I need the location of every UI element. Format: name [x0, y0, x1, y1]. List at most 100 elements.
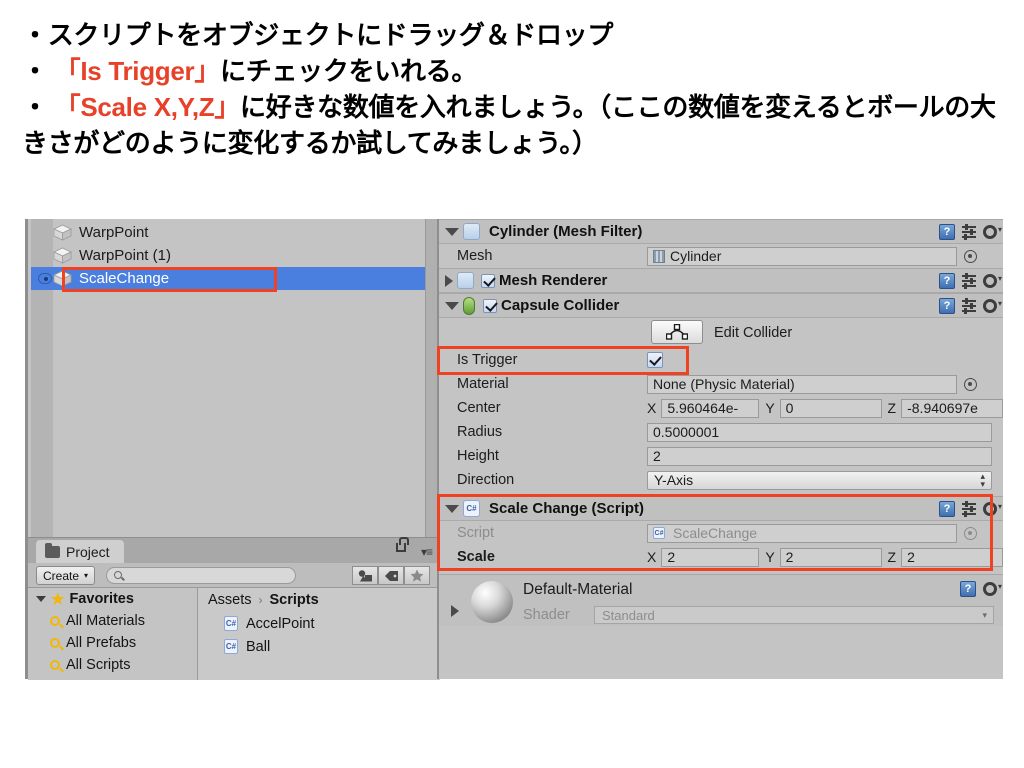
chevron-right-icon[interactable]: [451, 605, 459, 617]
gear-icon[interactable]: [983, 502, 1002, 516]
asset-item-accelpoint[interactable]: C# AccelPoint: [198, 612, 440, 635]
project-search-input[interactable]: [106, 567, 296, 584]
is-trigger-label: Is Trigger: [457, 352, 518, 368]
component-header-scale-change-script[interactable]: C# Scale Change (Script) ?: [439, 496, 1003, 521]
center-y-axis-label: Y: [765, 400, 775, 416]
cube-icon: [53, 270, 72, 287]
capsule-collider-enabled-checkbox[interactable]: [483, 298, 497, 313]
physic-material-field[interactable]: None (Physic Material): [647, 374, 957, 394]
breadcrumb-root[interactable]: Assets: [208, 592, 252, 608]
search-icon: [50, 638, 60, 648]
favorites-item-all-scripts[interactable]: All Scripts: [28, 654, 197, 676]
shader-dropdown[interactable]: Standard ▾: [594, 606, 994, 624]
preset-icon[interactable]: [962, 297, 976, 314]
instruction-line-2-accent: 「Is Trigger」: [54, 55, 221, 86]
center-z-field[interactable]: -8.940697e: [901, 398, 1003, 418]
asset-item-ball[interactable]: C# Ball: [198, 635, 440, 658]
preset-icon[interactable]: [962, 500, 976, 517]
asset-item-label: Ball: [246, 638, 271, 655]
script-label: Script: [457, 525, 495, 541]
script-field: C# ScaleChange: [647, 523, 957, 543]
center-y-field[interactable]: 0: [779, 398, 882, 418]
is-trigger-checkbox[interactable]: [647, 352, 663, 368]
direction-label: Direction: [457, 472, 515, 488]
object-picker-icon[interactable]: [964, 249, 977, 263]
component-title: Mesh Renderer: [499, 272, 608, 289]
visibility-eye-icon[interactable]: [38, 273, 52, 284]
scale-x-field[interactable]: 2: [661, 547, 760, 567]
row-mesh: Mesh Cylinder: [439, 244, 1003, 268]
breadcrumb: Assets › Scripts: [198, 588, 440, 612]
scale-z-field[interactable]: 2: [901, 547, 1003, 567]
instruction-line-2-text: にチェックをいれる。: [220, 55, 478, 86]
csharp-script-icon: C#: [224, 616, 238, 631]
panel-menu-icon[interactable]: ▾≡: [421, 545, 433, 559]
hierarchy-item-warppoint[interactable]: WarpPoint: [53, 221, 440, 244]
row-height: Height 2: [439, 444, 1003, 468]
help-icon[interactable]: ?: [939, 273, 955, 289]
favorites-item-all-materials[interactable]: All Materials: [28, 610, 197, 632]
component-header-capsule-collider[interactable]: Capsule Collider ?: [439, 293, 1003, 318]
center-x-field[interactable]: 5.960464e-: [661, 398, 760, 418]
help-icon[interactable]: ?: [939, 224, 955, 240]
hierarchy-item-scalechange[interactable]: ScaleChange: [31, 267, 440, 290]
chevron-right-icon[interactable]: [445, 274, 453, 287]
preset-icon[interactable]: [962, 272, 976, 289]
component-header-mesh-renderer[interactable]: Mesh Renderer ?: [439, 268, 1003, 293]
object-picker-icon[interactable]: [964, 377, 977, 391]
project-asset-list: Assets › Scripts C# AccelPoint C# Ball: [198, 588, 440, 680]
shader-label: Shader: [523, 607, 570, 623]
help-icon[interactable]: ?: [960, 581, 976, 597]
mesh-renderer-enabled-checkbox[interactable]: [481, 273, 495, 288]
component-title: Scale Change (Script): [489, 500, 645, 517]
gear-icon[interactable]: [983, 274, 1002, 288]
instruction-text-block: ・スクリプトをオブジェクトにドラッグ＆ドロップ ・ 「Is Trigger」にチ…: [0, 0, 1024, 212]
radius-field[interactable]: 0.5000001: [647, 422, 992, 442]
label-tag-icon[interactable]: [378, 566, 404, 585]
favorites-star-icon[interactable]: [404, 566, 430, 585]
direction-dropdown[interactable]: Y-Axis ▴ ▾: [647, 470, 992, 490]
instruction-line-2: ・ 「Is Trigger」にチェックをいれる。: [22, 54, 1002, 90]
row-script: Script C# ScaleChange: [439, 521, 1003, 545]
hierarchy-item-label: WarpPoint: [79, 224, 149, 241]
hierarchy-item-warppoint-1[interactable]: WarpPoint (1): [53, 244, 440, 267]
chevron-down-icon[interactable]: [445, 504, 459, 513]
component-header-mesh-filter[interactable]: Cylinder (Mesh Filter) ?: [439, 219, 1003, 244]
edit-collider-button[interactable]: [651, 320, 703, 344]
chevron-down-icon[interactable]: [445, 227, 459, 236]
mesh-field[interactable]: Cylinder: [647, 246, 957, 266]
script-value: ScaleChange: [673, 525, 758, 541]
help-icon[interactable]: ?: [939, 501, 955, 517]
tab-project-label: Project: [66, 543, 110, 560]
favorites-root-row[interactable]: ★ Favorites: [28, 588, 197, 610]
cube-icon: [53, 247, 72, 264]
mesh-value: Cylinder: [670, 248, 722, 264]
row-scale: Scale X 2 Y 2 Z 2: [439, 545, 1003, 569]
chevron-down-icon: ▾: [84, 571, 89, 580]
hierarchy-scrollbar[interactable]: [425, 219, 437, 537]
preset-icon[interactable]: [962, 223, 976, 240]
material-preview-sphere: [471, 581, 513, 623]
radius-label: Radius: [457, 424, 503, 440]
csharp-script-icon: C#: [224, 639, 238, 654]
chevron-down-icon: ▾: [982, 609, 987, 620]
gear-icon[interactable]: [983, 299, 1002, 313]
gear-icon[interactable]: [983, 582, 1002, 596]
favorites-item-all-prefabs[interactable]: All Prefabs: [28, 632, 197, 654]
hierarchy-item-label: WarpPoint (1): [79, 247, 171, 264]
scale-y-field[interactable]: 2: [779, 547, 882, 567]
component-title: Capsule Collider: [501, 297, 620, 314]
project-toolbar: Create ▾: [28, 563, 440, 588]
create-button-label: Create: [43, 568, 80, 583]
chevron-down-icon[interactable]: [445, 301, 459, 310]
filter-by-type-icon[interactable]: [352, 566, 378, 585]
create-button[interactable]: Create ▾: [36, 566, 96, 585]
star-icon: ★: [51, 591, 65, 608]
height-field[interactable]: 2: [647, 446, 992, 466]
gear-icon[interactable]: [983, 225, 1002, 239]
csharp-script-icon: C#: [653, 527, 665, 539]
scale-label: Scale: [457, 549, 495, 565]
lock-icon[interactable]: [396, 537, 409, 552]
tab-project[interactable]: Project: [36, 540, 124, 563]
help-icon[interactable]: ?: [939, 298, 955, 314]
